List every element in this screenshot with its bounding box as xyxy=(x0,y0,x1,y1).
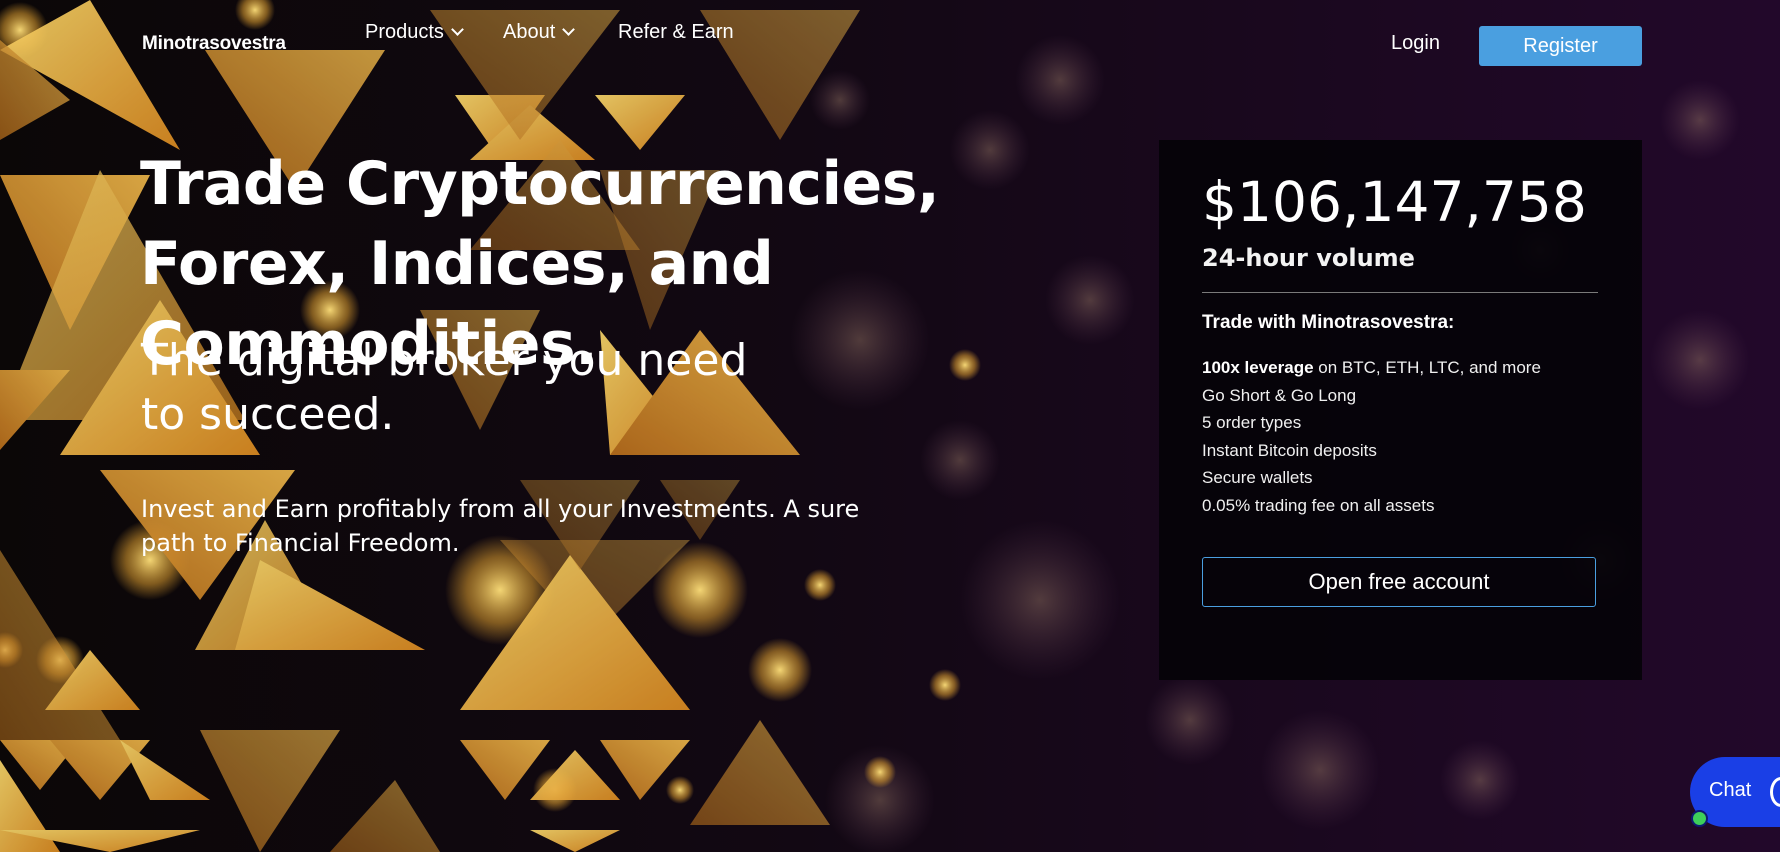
login-link[interactable]: Login xyxy=(1391,32,1440,55)
feature-item: 100x leverage on BTC, ETH, LTC, and more xyxy=(1202,354,1541,382)
menu-item-label: Products xyxy=(365,20,444,43)
feature-item: 5 order types xyxy=(1202,409,1541,437)
hero-subtitle: The digital broker you need to succeed. xyxy=(141,335,748,440)
open-free-account-button[interactable]: Open free account xyxy=(1202,557,1596,607)
menu-item-label: About xyxy=(503,20,556,43)
brand-logo-text[interactable]: Minotrasovestra xyxy=(142,33,286,55)
hero-description: Invest and Earn profitably from all your… xyxy=(141,495,860,557)
chat-label: Chat xyxy=(1709,779,1752,801)
chevron-down-icon xyxy=(451,23,464,36)
trade-heading: Trade with Minotrasovestra: xyxy=(1202,312,1455,333)
feature-text: Instant Bitcoin deposits xyxy=(1202,440,1377,460)
feature-text: Secure wallets xyxy=(1202,468,1313,487)
top-navigation: Minotrasovestra Products About Refer & E… xyxy=(0,0,1780,92)
feature-text: 0.05% trading fee on all assets xyxy=(1202,495,1435,515)
menu-item-about[interactable]: About xyxy=(503,20,576,44)
volume-stats-panel: $106,147,758 24-hour volume Trade with M… xyxy=(1159,140,1642,680)
feature-item: Instant Bitcoin deposits xyxy=(1202,437,1541,465)
register-button[interactable]: Register xyxy=(1479,26,1642,66)
chevron-down-icon xyxy=(562,23,576,36)
online-status-dot xyxy=(1691,810,1708,827)
feature-item: Secure wallets xyxy=(1202,464,1541,492)
feature-list: 100x leverage on BTC, ETH, LTC, and more… xyxy=(1202,354,1541,519)
divider xyxy=(1202,292,1598,293)
volume-label: 24-hour volume xyxy=(1202,244,1415,272)
feature-item: 0.05% trading fee on all assets xyxy=(1202,492,1541,520)
feature-text: 5 order types xyxy=(1202,413,1302,432)
menu-item-refer-earn[interactable]: Refer & Earn xyxy=(618,21,734,44)
menu-item-products[interactable]: Products xyxy=(365,20,464,44)
feature-text: Go Short & Go Long xyxy=(1202,385,1357,405)
feature-item: Go Short & Go Long xyxy=(1202,382,1541,410)
menu-item-label: Refer & Earn xyxy=(618,20,734,43)
feature-text: on BTC, ETH, LTC, and more xyxy=(1313,358,1541,377)
volume-value: $106,147,758 xyxy=(1202,170,1587,234)
chat-bubble-icon xyxy=(1770,777,1780,807)
feature-highlight: 100x leverage xyxy=(1202,358,1314,377)
